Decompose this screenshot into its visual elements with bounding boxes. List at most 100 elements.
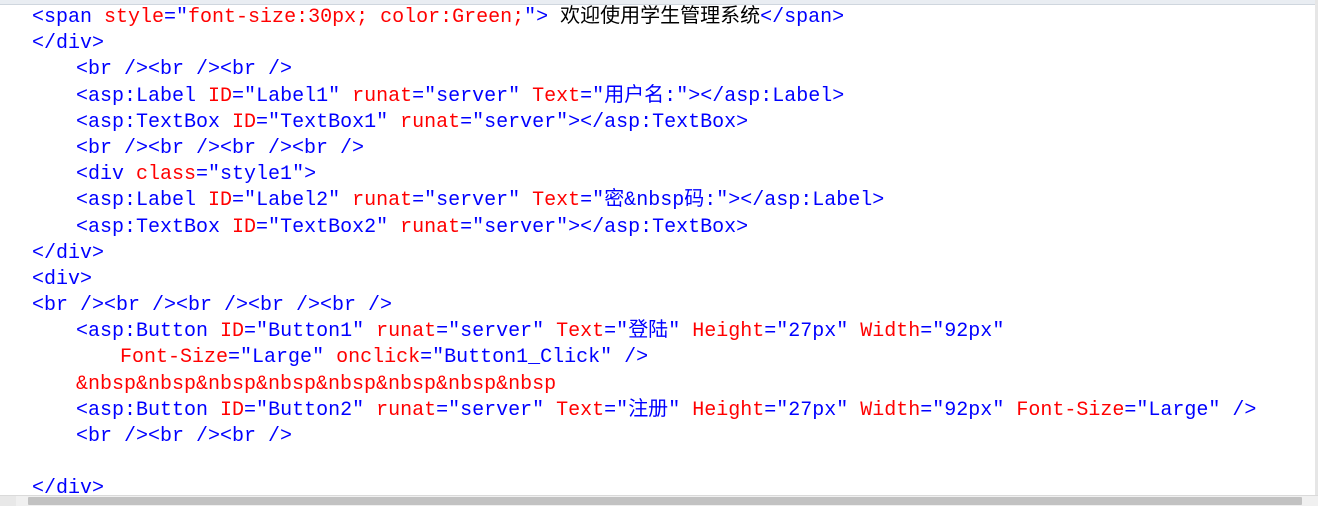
code-token: =" — [460, 110, 485, 134]
horizontal-scrollbar[interactable] — [0, 495, 1318, 506]
code-token: =" — [196, 163, 221, 187]
code-token: " — [328, 84, 353, 108]
code-token: " — [312, 346, 337, 370]
code-token: 用户名: — [604, 84, 677, 108]
code-token: =" — [920, 398, 945, 422]
code-token: =" — [764, 320, 789, 344]
code-token: Button2 — [268, 398, 353, 422]
code-token: =" — [764, 398, 789, 422]
code-token: server — [436, 189, 509, 213]
code-token: style — [104, 6, 165, 29]
code-token: server — [484, 110, 557, 134]
code-token: " — [376, 215, 401, 239]
code-token: =" — [1124, 398, 1149, 422]
code-line: <div class="style1"> — [0, 162, 1300, 188]
code-line: <asp:Button ID="Button2" runat="server" … — [0, 398, 1300, 424]
code-token: ID — [232, 110, 257, 134]
code-token: " — [508, 189, 533, 213]
code-token: <asp:Button — [76, 320, 221, 344]
code-token: runat — [352, 189, 413, 213]
code-token: runat — [376, 398, 437, 422]
code-token: onclick — [336, 346, 421, 370]
code-token: <div — [76, 163, 137, 187]
code-token: <asp:TextBox — [76, 215, 233, 239]
code-line: </div> — [0, 241, 1300, 267]
code-token: "></asp:Label> — [716, 189, 885, 213]
code-token: 密&nbsp码: — [604, 189, 717, 213]
code-token: ID — [208, 84, 233, 108]
code-token: Font-Size — [120, 346, 229, 370]
code-token: Button1_Click — [444, 346, 601, 370]
code-token: =" — [420, 346, 445, 370]
code-token: " — [352, 398, 377, 422]
code-token: " /> — [1208, 398, 1257, 422]
code-token: <br /><br /><br /> — [76, 425, 293, 448]
code-token: "></asp:Label> — [676, 84, 845, 108]
code-token: class — [136, 163, 197, 187]
code-token: 欢迎使用学生管理系统 — [548, 6, 761, 29]
code-token: Label1 — [256, 84, 329, 108]
code-line: <asp:TextBox ID="TextBox2" runat="server… — [0, 215, 1300, 241]
code-token: =" — [244, 398, 269, 422]
horizontal-scroll-thumb[interactable] — [28, 497, 1302, 505]
code-token: 92px — [944, 398, 993, 422]
code-token: style1 — [220, 163, 293, 187]
code-token: =" — [412, 84, 437, 108]
code-token: Width — [860, 398, 921, 422]
code-token: Button1 — [268, 320, 353, 344]
code-token: Text — [532, 189, 581, 213]
code-token: Text — [556, 320, 605, 344]
code-token: =" — [436, 320, 461, 344]
code-line: Font-Size="Large" onclick="Button1_Click… — [0, 345, 1300, 371]
code-token: runat — [352, 84, 413, 108]
code-token: ID — [220, 320, 245, 344]
code-area[interactable]: <span style =" font-size:30px; color:Green… — [0, 5, 1300, 495]
code-token: =" — [164, 6, 189, 29]
code-token: " — [668, 398, 693, 422]
code-token: " — [376, 110, 401, 134]
code-token: Label2 — [256, 189, 329, 213]
code-token: " — [508, 84, 533, 108]
code-token: =" — [232, 189, 257, 213]
code-token: ID — [220, 398, 245, 422]
code-token: =" — [228, 346, 253, 370]
code-token: Large — [252, 346, 313, 370]
code-token: Large — [1148, 398, 1209, 422]
code-token: server — [484, 215, 557, 239]
code-token: " — [328, 189, 353, 213]
code-token: <asp:Label — [76, 84, 209, 108]
code-token: </div> — [32, 477, 105, 495]
code-token: </div> — [32, 241, 105, 265]
code-line: <asp:Button ID="Button1" runat="server" … — [0, 319, 1300, 345]
code-token: <br /><br /><br /><br /><br /> — [32, 294, 393, 318]
code-token: " /> — [600, 346, 649, 370]
code-token: ID — [232, 215, 257, 239]
code-token: runat — [376, 320, 437, 344]
code-token: " — [836, 320, 861, 344]
code-line: <asp:Label ID="Label2" runat="server" Te… — [0, 188, 1300, 214]
code-token: " — [532, 320, 557, 344]
code-token: =" — [256, 215, 281, 239]
code-token: =" — [604, 398, 629, 422]
code-line: <asp:Label ID="Label1" runat="server" Te… — [0, 84, 1300, 110]
code-editor[interactable]: <span style =" font-size:30px; color:Green… — [0, 0, 1318, 495]
code-token: </div> — [32, 32, 105, 56]
code-token: <asp:TextBox — [76, 110, 233, 134]
code-line: <span style="font-size:30px; color:Green… — [0, 5, 1300, 31]
code-token: =" — [412, 189, 437, 213]
code-token: 27px — [788, 398, 837, 422]
code-line: <br /><br /><br /><br /> — [0, 136, 1300, 162]
code-token: server — [436, 84, 509, 108]
code-token: runat — [400, 215, 461, 239]
code-token: Text — [556, 398, 605, 422]
code-token: Font-Size — [1016, 398, 1125, 422]
code-token: Height — [692, 398, 765, 422]
code-token: <br /><br /><br /> — [76, 58, 293, 82]
code-token: =" — [436, 398, 461, 422]
code-token: 27px — [788, 320, 837, 344]
code-token: &nbsp&nbsp&nbsp&nbsp&nbsp&nbsp&nbsp&nbsp — [76, 372, 557, 396]
code-token: " — [352, 320, 377, 344]
code-token: " — [992, 320, 1005, 344]
code-token: " — [668, 320, 693, 344]
